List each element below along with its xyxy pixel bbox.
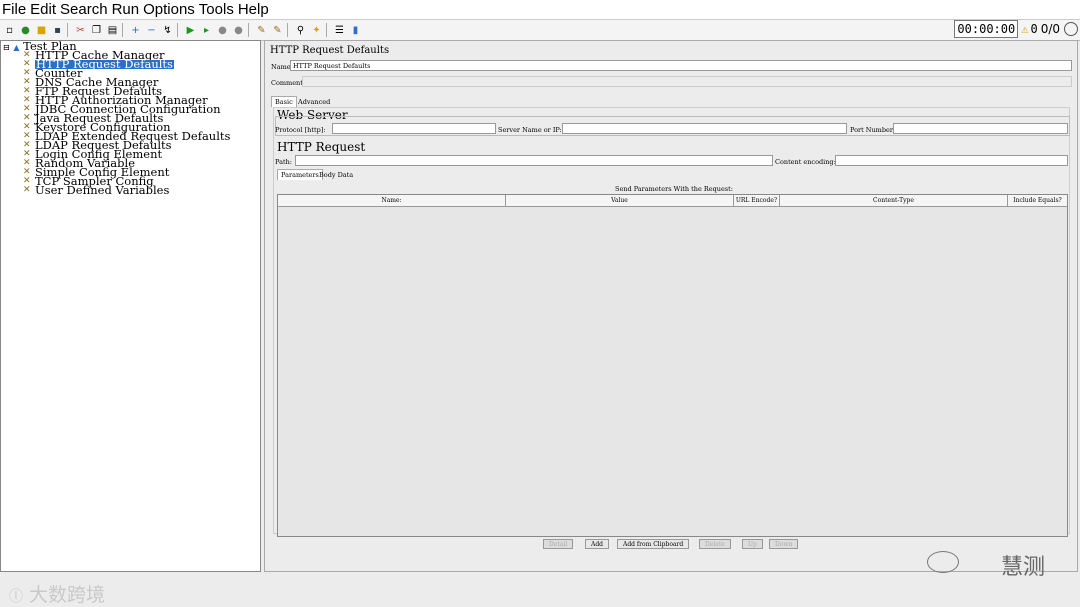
delete-button[interactable]: Delete — [699, 539, 731, 549]
toolbar-divider — [248, 23, 249, 37]
table-header: Name: Value URL Encode? Content-Type Inc… — [278, 195, 1067, 207]
params-caption: Send Parameters With the Request: — [615, 185, 733, 193]
add-button[interactable]: Add — [585, 539, 610, 549]
copy-icon[interactable]: ❐ — [90, 24, 103, 37]
toolbar-divider — [326, 23, 327, 37]
watermark-left: ⓛ 大数跨境 — [9, 580, 105, 607]
search-icon[interactable]: ⚲ — [294, 24, 307, 37]
col-url-encode[interactable]: URL Encode? — [734, 195, 780, 206]
watermark-right-text: 慧测 — [1000, 555, 1045, 580]
port-input[interactable] — [893, 123, 1068, 134]
paste-icon[interactable]: ▤ — [106, 24, 119, 37]
col-value[interactable]: Value — [506, 195, 734, 206]
collapse-icon[interactable]: − — [145, 24, 158, 37]
help-icon[interactable]: ▮ — [349, 24, 362, 37]
status-area: 00:00:00 ⚠ 0 0/0 — [954, 19, 1080, 39]
menu-help[interactable]: Help — [236, 0, 271, 19]
name-input[interactable]: HTTP Request Defaults — [290, 60, 1072, 71]
start-icon[interactable]: ▶ — [184, 24, 197, 37]
col-name[interactable]: Name: — [278, 195, 506, 206]
http-request-title: HTTP Request — [277, 140, 366, 154]
down-button[interactable]: Down — [769, 539, 799, 549]
toggle-icon[interactable]: ↯ — [161, 24, 174, 37]
toolbar-divider — [287, 23, 288, 37]
tab-body-data[interactable]: Body Data — [316, 170, 356, 180]
menu-bar: File Edit Search Run Options Tools Help — [0, 0, 1080, 19]
toolbar-divider — [177, 23, 178, 37]
tab-basic[interactable]: Basic — [271, 96, 297, 107]
server-input[interactable] — [562, 123, 847, 134]
watermark-logo-icon: ⓛ — [9, 589, 23, 605]
server-label: Server Name or IP: — [498, 126, 562, 134]
config-element-icon: ✕ — [23, 185, 31, 195]
stop-icon[interactable]: ● — [216, 24, 229, 37]
protocol-label: Protocol [http]: — [275, 126, 326, 134]
clear-all-icon[interactable]: ✎ — [271, 24, 284, 37]
elapsed-timer: 00:00:00 — [954, 20, 1019, 38]
warning-icon[interactable]: ⚠ — [1021, 22, 1028, 36]
menu-edit[interactable]: Edit — [28, 0, 58, 19]
col-content-type[interactable]: Content-Type — [780, 195, 1008, 206]
add-from-clipboard-button[interactable]: Add from Clipboard — [617, 539, 690, 549]
watermark-chat-icon — [927, 551, 959, 573]
path-input[interactable] — [295, 155, 773, 166]
tree-item-label: User Defined Variables — [35, 183, 170, 197]
parameters-table: Name: Value URL Encode? Content-Type Inc… — [277, 194, 1068, 537]
toolbar-divider — [122, 23, 123, 37]
function-helper-icon[interactable]: ☰ — [333, 24, 346, 37]
toolbar-divider — [67, 23, 68, 37]
menu-run[interactable]: Run — [110, 0, 142, 19]
expand-icon[interactable]: + — [129, 24, 142, 37]
menu-file[interactable]: File — [0, 0, 28, 19]
encoding-input[interactable] — [835, 155, 1068, 166]
test-plan-tree: ⊟ ▲ Test Plan ✕ HTTP Cache Manager ✕ HTTP R… — [0, 40, 261, 606]
thread-count: 0/0 — [1040, 22, 1060, 36]
remote-globe-icon[interactable] — [1064, 22, 1078, 36]
clear-icon[interactable]: ✎ — [255, 24, 268, 37]
menu-search[interactable]: Search — [58, 0, 110, 19]
cut-icon[interactable]: ✂ — [74, 24, 87, 37]
save-icon[interactable]: ▪ — [51, 24, 64, 37]
comments-input[interactable] — [302, 76, 1072, 87]
toolbar: ▫ ● ■ ▪ ✂ ❐ ▤ + − ↯ ▶ ▸ ● ● ✎ ✎ ⚲ ✦ ☰ ▮ — [0, 19, 1080, 41]
test-plan-icon: ▲ — [13, 43, 20, 52]
templates-icon[interactable]: ● — [19, 24, 32, 37]
col-include-equals[interactable]: Include Equals? — [1008, 195, 1067, 206]
menu-tools[interactable]: Tools — [197, 0, 236, 19]
port-label: Port Number: — [850, 126, 896, 134]
protocol-input[interactable] — [332, 123, 496, 134]
config-panel: HTTP Request Defaults Name: HTTP Request… — [264, 40, 1078, 580]
panel-title: HTTP Request Defaults — [270, 45, 390, 56]
tree-item[interactable]: ✕ User Defined Variables — [23, 183, 170, 197]
reset-search-icon[interactable]: ✦ — [310, 24, 323, 37]
start-no-pause-icon[interactable]: ▸ — [200, 24, 213, 37]
open-icon[interactable]: ■ — [35, 24, 48, 37]
encoding-label: Content encoding: — [775, 158, 836, 166]
menu-options[interactable]: Options — [141, 0, 197, 19]
warning-count: 0 — [1030, 22, 1038, 36]
detail-button[interactable]: Detail — [543, 539, 574, 549]
collapse-toggle-icon[interactable]: ⊟ — [3, 43, 10, 52]
shutdown-icon[interactable]: ● — [232, 24, 245, 37]
up-button[interactable]: Up — [742, 539, 763, 549]
new-icon[interactable]: ▫ — [3, 24, 16, 37]
tab-advanced[interactable]: Advanced — [295, 97, 333, 107]
path-label: Path: — [275, 158, 292, 166]
watermark-left-text: 大数跨境 — [29, 584, 106, 606]
